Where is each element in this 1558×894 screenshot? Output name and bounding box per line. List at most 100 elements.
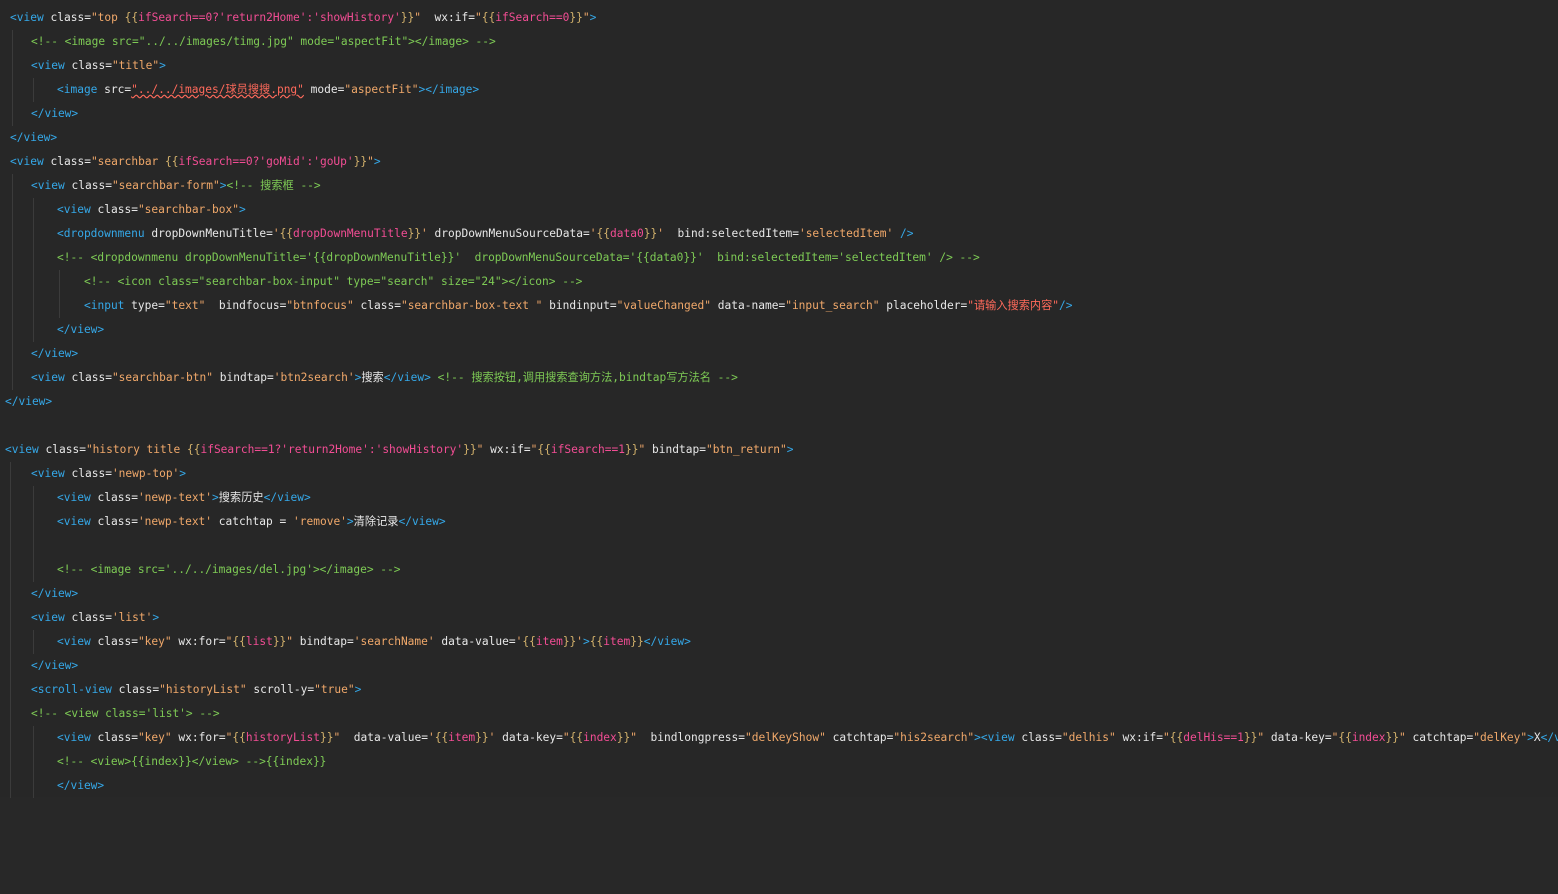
code-line[interactable]: </view> (0, 390, 1558, 414)
indent-guide (10, 606, 11, 630)
indent-guide (10, 654, 11, 678)
code-line[interactable]: <view class="searchbar-form"><!-- 搜索框 --… (0, 174, 1558, 198)
indent-guide (12, 54, 13, 78)
indent-guide (10, 534, 11, 558)
previous-line-fragment (300, 0, 396, 1)
indent-guide (10, 630, 11, 654)
code-text: <input type="text" bindfocus="btnfocus" … (84, 299, 1073, 312)
code-text: <view class='newp-text' catchtap = 'remo… (57, 515, 446, 528)
indent-guide (12, 270, 13, 294)
code-text: <view class="history title {{ifSearch==1… (5, 443, 794, 456)
code-line[interactable]: </view> (0, 126, 1558, 150)
code-text: <view class="searchbar-box"> (57, 203, 246, 216)
indent-guide (33, 534, 34, 558)
indent-guide (33, 630, 34, 654)
code-line[interactable]: <view class="searchbar {{ifSearch==0?'go… (0, 150, 1558, 174)
code-text: <!-- <icon class="searchbar-box-input" t… (84, 275, 583, 288)
indent-guide (33, 510, 34, 534)
indent-guide (33, 270, 34, 294)
code-line[interactable]: <image src="../../images/球员搜搜.png" mode=… (0, 78, 1558, 102)
code-line[interactable]: <!-- <view>{{index}}</view> -->{{index}} (0, 750, 1558, 774)
indent-guide (33, 294, 34, 318)
code-text: </view> (57, 323, 105, 336)
previous-line-fragment (38, 0, 208, 1)
indent-guide (12, 78, 13, 102)
indent-guide (33, 558, 34, 582)
indent-guide (10, 750, 11, 774)
code-line[interactable]: <view class="history title {{ifSearch==1… (0, 438, 1558, 462)
code-text: </view> (10, 131, 58, 144)
indent-guide (10, 486, 11, 510)
code-line[interactable]: <input type="text" bindfocus="btnfocus" … (0, 294, 1558, 318)
code-text: </view> (57, 779, 105, 792)
code-line[interactable]: </view> (0, 582, 1558, 606)
code-line[interactable]: <view class="key" wx:for="{{historyList}… (0, 726, 1558, 750)
indent-guide (33, 246, 34, 270)
code-line[interactable]: <scroll-view class="historyList" scroll-… (0, 678, 1558, 702)
code-text: </view> (31, 107, 79, 120)
code-line[interactable]: <!-- <view class='list'> --> (0, 702, 1558, 726)
indent-guide (33, 222, 34, 246)
code-line[interactable]: <view class="key" wx:for="{{list}}" bind… (0, 630, 1558, 654)
code-line[interactable] (0, 414, 1558, 438)
code-line[interactable] (0, 534, 1558, 558)
code-text: </view> (31, 347, 79, 360)
code-text: <view class="title"> (31, 59, 166, 72)
indent-guide (12, 366, 13, 390)
code-editor[interactable]: <view class="top {{ifSearch==0?'return2H… (0, 0, 1558, 798)
code-text: </view> (5, 395, 53, 408)
code-text: <view class='newp-text'>搜索历史</view> (57, 491, 311, 504)
code-text: </view> (31, 587, 79, 600)
code-line[interactable]: <view class='newp-text'>搜索历史</view> (0, 486, 1558, 510)
code-line[interactable]: </view> (0, 654, 1558, 678)
code-line[interactable]: <view class='list'> (0, 606, 1558, 630)
code-line[interactable]: <view class="top {{ifSearch==0?'return2H… (0, 6, 1558, 30)
code-line[interactable]: <view class="title"> (0, 54, 1558, 78)
indent-guide (10, 774, 11, 798)
code-text: <image src="../../images/球员搜搜.png" mode=… (57, 83, 480, 96)
code-text: <view class="top {{ifSearch==0?'return2H… (10, 11, 597, 24)
code-text: <view class="key" wx:for="{{historyList}… (57, 731, 1558, 744)
code-line[interactable]: <view class="searchbar-box"> (0, 198, 1558, 222)
indent-guide (12, 102, 13, 126)
code-text: <view class="searchbar {{ifSearch==0?'go… (10, 155, 381, 168)
indent-guide (33, 726, 34, 750)
indent-guide (10, 726, 11, 750)
code-line[interactable]: <view class='newp-top'> (0, 462, 1558, 486)
code-text: <view class="searchbar-form"><!-- 搜索框 --… (31, 179, 321, 192)
indent-guide (12, 246, 13, 270)
code-line[interactable]: <view class='newp-text' catchtap = 'remo… (0, 510, 1558, 534)
code-text: <view class="searchbar-btn" bindtap='btn… (31, 371, 738, 384)
code-line[interactable]: <!-- <icon class="searchbar-box-input" t… (0, 270, 1558, 294)
indent-guide (33, 750, 34, 774)
indent-guide (59, 294, 60, 318)
code-line[interactable]: </view> (0, 342, 1558, 366)
indent-guide (33, 198, 34, 222)
code-text: <!-- <dropdownmenu dropDownMenuTitle='{{… (57, 251, 980, 264)
code-text: <view class='newp-top'> (31, 467, 187, 480)
code-line[interactable]: </view> (0, 318, 1558, 342)
code-text: <view class="key" wx:for="{{list}}" bind… (57, 635, 691, 648)
indent-guide (10, 558, 11, 582)
indent-guide (10, 582, 11, 606)
indent-guide (33, 486, 34, 510)
code-line[interactable]: </view> (0, 102, 1558, 126)
code-line[interactable]: <!-- <image src="../../images/timg.jpg" … (0, 30, 1558, 54)
code-text: <!-- <view class='list'> --> (31, 707, 220, 720)
code-line[interactable]: <dropdownmenu dropDownMenuTitle='{{dropD… (0, 222, 1558, 246)
code-text: <!-- <view>{{index}}</view> -->{{index}} (57, 755, 327, 768)
code-line[interactable]: <!-- <dropdownmenu dropDownMenuTitle='{{… (0, 246, 1558, 270)
indent-guide (12, 222, 13, 246)
code-line[interactable]: </view> (0, 774, 1558, 798)
previous-line-strip (0, 0, 1558, 5)
code-line[interactable]: <!-- <image src='../../images/del.jpg'><… (0, 558, 1558, 582)
indent-guide (10, 510, 11, 534)
indent-guide (12, 342, 13, 366)
code-text: <!-- <image src='../../images/del.jpg'><… (57, 563, 401, 576)
previous-line-fragment (690, 0, 910, 1)
indent-guide (12, 294, 13, 318)
code-text: </view> (31, 659, 79, 672)
indent-guide (33, 78, 34, 102)
code-line[interactable]: <view class="searchbar-btn" bindtap='btn… (0, 366, 1558, 390)
indent-guide (12, 318, 13, 342)
